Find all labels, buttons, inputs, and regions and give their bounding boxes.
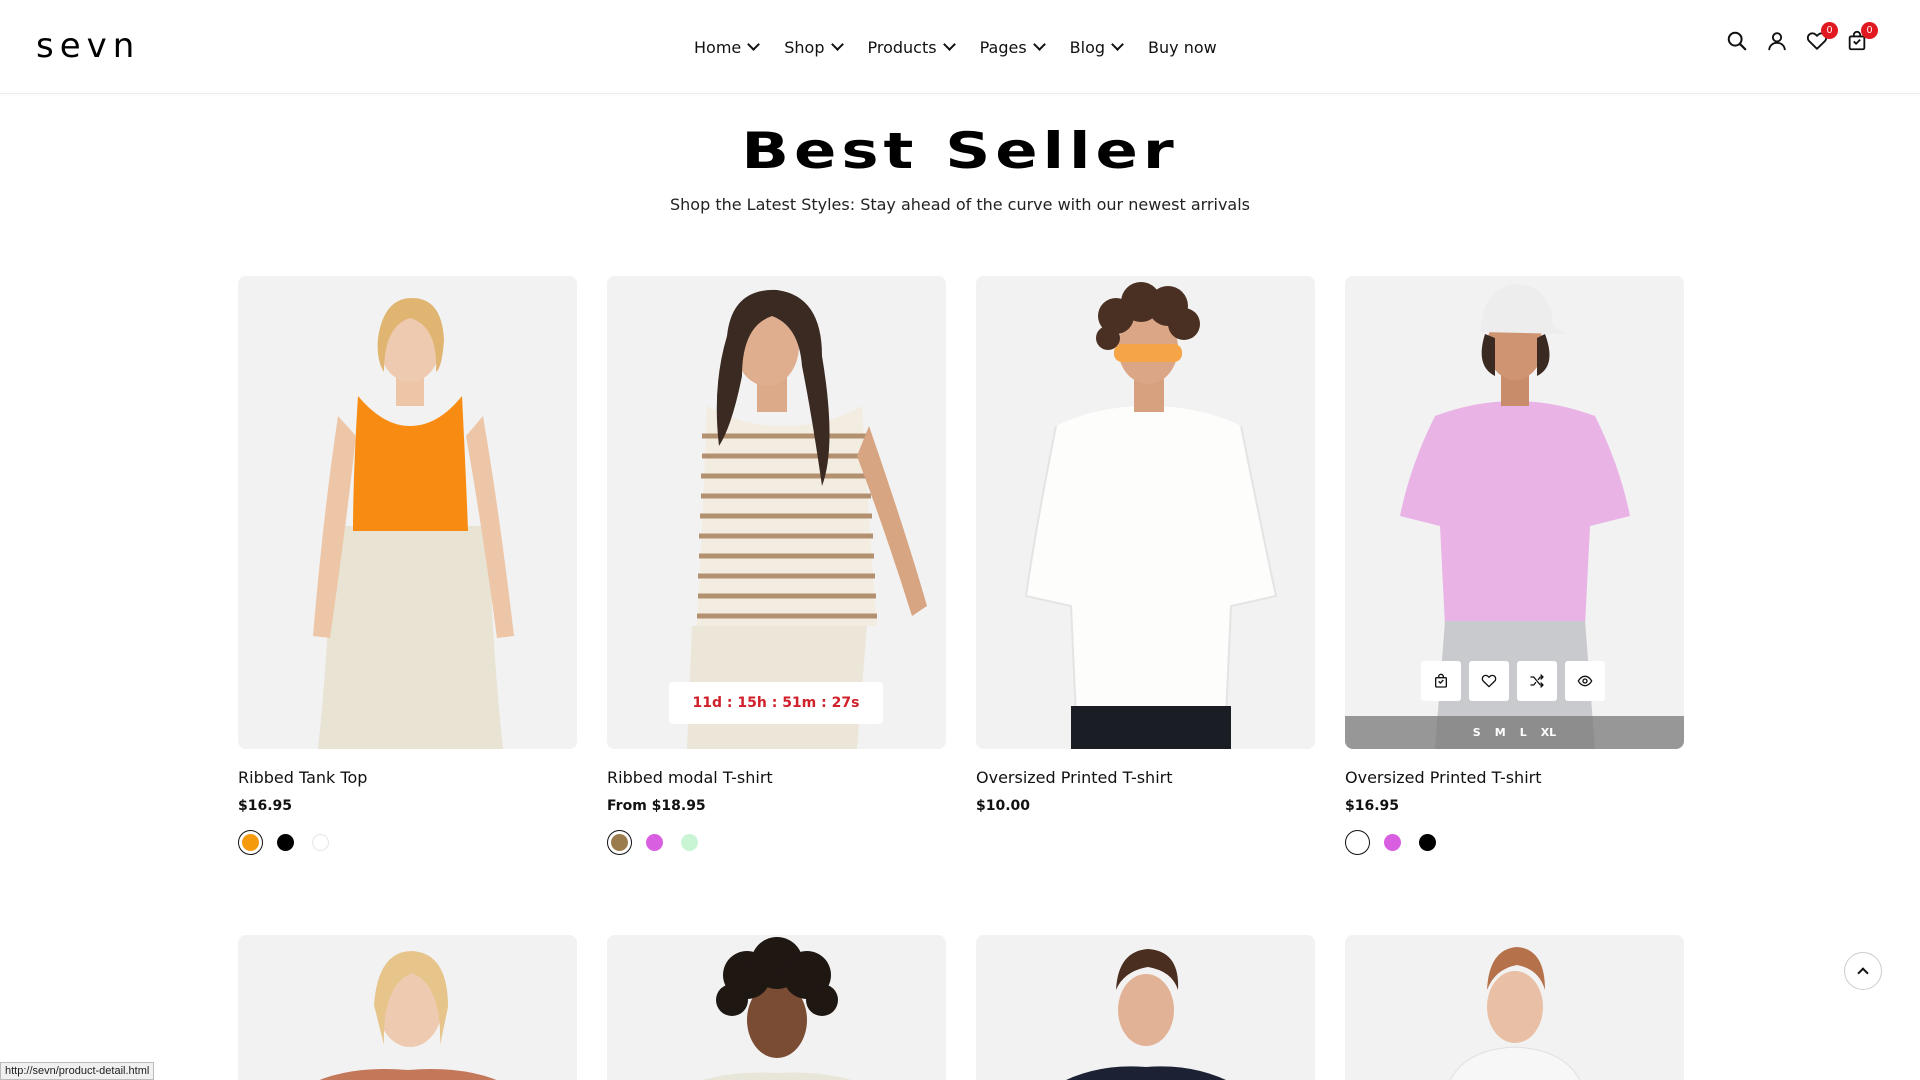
product-name[interactable]: Ribbed modal T-shirt — [607, 768, 773, 787]
color-swatches — [1345, 830, 1440, 855]
product-image[interactable]: 11d : 15h : 51m : 27s — [607, 276, 946, 749]
chevron-down-icon — [830, 38, 844, 51]
chevron-up-icon — [1857, 967, 1869, 979]
cart-button[interactable]: 0 — [1846, 22, 1878, 54]
chevron-down-icon — [1111, 38, 1124, 51]
search-icon — [1727, 31, 1747, 51]
product-price: From $18.95 — [607, 798, 706, 814]
color-swatch[interactable] — [1415, 830, 1440, 855]
search-button[interactable] — [1726, 30, 1748, 54]
nav-products-label: Products — [867, 37, 937, 57]
product-price: $10.00 — [976, 798, 1031, 814]
section-subtitle: Shop the Latest Styles: Stay ahead of th… — [669, 195, 1250, 214]
color-swatches — [607, 830, 702, 855]
product-photo — [607, 935, 946, 1080]
product-price: $16.95 — [1345, 798, 1400, 814]
product-image[interactable]: S M L XL — [1345, 276, 1684, 749]
color-swatch[interactable] — [1345, 830, 1370, 855]
color-swatch[interactable] — [273, 830, 298, 855]
nav-blog[interactable]: Blog — [1069, 34, 1124, 60]
main-nav: Home Shop Products Pages Blog Buy now — [694, 34, 1217, 60]
product-image[interactable] — [238, 935, 577, 1080]
nav-products[interactable]: Products — [867, 34, 956, 60]
color-swatch[interactable] — [1380, 830, 1405, 855]
product-name[interactable]: Oversized Printed T-shirt — [976, 768, 1173, 787]
nav-blog-label: Blog — [1069, 37, 1106, 57]
product-image[interactable] — [1345, 935, 1684, 1080]
wishlist-count-badge: 0 — [1821, 22, 1838, 39]
nav-buy-now-label: Buy now — [1148, 37, 1217, 57]
product-price: $16.95 — [238, 798, 293, 814]
product-photo-tank-top — [238, 276, 577, 749]
product-photo-striped-tshirt — [607, 276, 946, 749]
size-options: S M L XL — [1345, 716, 1684, 749]
color-swatch[interactable] — [308, 830, 333, 855]
product-image[interactable] — [238, 276, 577, 749]
product-image[interactable] — [607, 935, 946, 1080]
size-option[interactable]: XL — [1541, 726, 1557, 739]
nav-pages[interactable]: Pages — [979, 34, 1046, 60]
site-header: sevn Home Shop Products Pages Blog Buy n… — [0, 0, 1920, 94]
heart-icon — [1481, 674, 1497, 688]
product-photo — [238, 935, 577, 1080]
quick-view-button[interactable] — [1565, 661, 1605, 701]
nav-shop-label: Shop — [784, 37, 825, 57]
add-to-wishlist-button[interactable] — [1469, 661, 1509, 701]
wishlist-button[interactable]: 0 — [1806, 22, 1838, 54]
color-swatch[interactable] — [677, 830, 702, 855]
cart-count-badge: 0 — [1861, 22, 1878, 39]
product-photo-white-tshirt — [976, 276, 1315, 749]
account-button[interactable] — [1766, 30, 1788, 54]
site-logo[interactable]: sevn — [36, 28, 140, 64]
eye-icon — [1577, 675, 1593, 687]
color-swatch[interactable] — [607, 830, 632, 855]
countdown-timer: 11d : 15h : 51m : 27s — [669, 682, 883, 724]
chevron-down-icon — [1032, 38, 1046, 51]
chevron-down-icon — [942, 38, 956, 51]
shuffle-icon — [1530, 674, 1544, 688]
product-name[interactable]: Ribbed Tank Top — [238, 768, 367, 787]
color-swatches — [238, 830, 333, 855]
nav-pages-label: Pages — [979, 37, 1027, 57]
user-icon — [1768, 32, 1786, 51]
add-to-cart-button[interactable] — [1421, 661, 1461, 701]
compare-button[interactable] — [1517, 661, 1557, 701]
section-title: Best Seller — [741, 122, 1179, 180]
product-quick-actions — [1421, 661, 1605, 701]
nav-home-label: Home — [694, 37, 742, 57]
color-swatch[interactable] — [642, 830, 667, 855]
header-icons: 0 0 — [1726, 22, 1878, 54]
product-name[interactable]: Oversized Printed T-shirt — [1345, 768, 1542, 787]
back-to-top-button[interactable] — [1844, 952, 1882, 990]
product-image[interactable] — [976, 935, 1315, 1080]
product-photo — [1345, 935, 1684, 1080]
nav-shop[interactable]: Shop — [784, 34, 844, 60]
product-image[interactable] — [976, 276, 1315, 749]
nav-home[interactable]: Home — [694, 34, 761, 60]
status-bar-url: http://sevn/product-detail.html — [0, 1062, 155, 1080]
shopping-bag-icon — [1435, 673, 1447, 688]
size-option[interactable]: S — [1473, 726, 1481, 739]
size-option[interactable]: M — [1495, 726, 1506, 739]
product-photo — [976, 935, 1315, 1080]
size-option[interactable]: L — [1520, 726, 1527, 739]
color-swatch[interactable] — [238, 830, 263, 855]
chevron-down-icon — [747, 38, 761, 51]
nav-buy-now[interactable]: Buy now — [1148, 34, 1217, 60]
